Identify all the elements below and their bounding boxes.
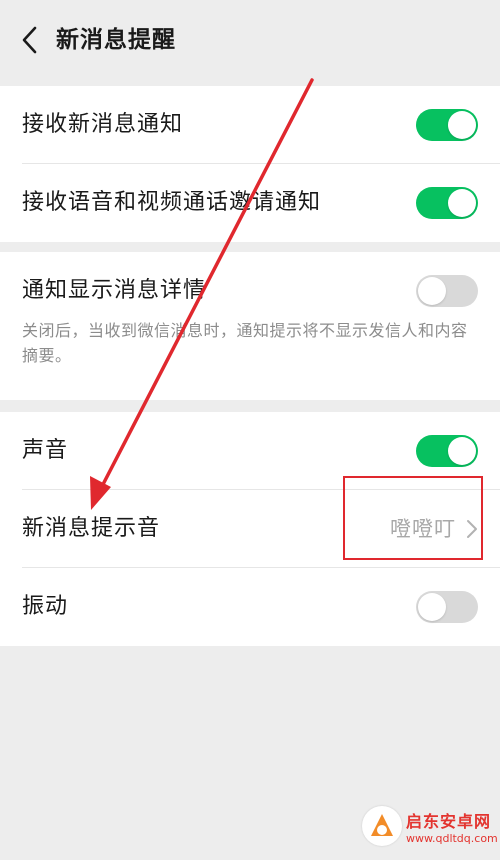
watermark: 启东安卓网 www.qdltdq.com <box>362 802 498 854</box>
watermark-name: 启东安卓网 <box>406 812 492 831</box>
toggle-knob <box>418 593 446 621</box>
toggle-receive-messages[interactable] <box>416 109 478 141</box>
row-label: 新消息提示音 <box>22 516 161 541</box>
row-receive-call-invites: 接收语音和视频通话邀请通知 <box>0 164 500 242</box>
notification-group: 接收新消息通知 接收语音和视频通话邀请通知 <box>0 86 500 242</box>
settings-page: 新消息提醒 接收新消息通知 接收语音和视频通话邀请通知 通知显示消息详情 关闭后… <box>0 0 500 860</box>
toggle-knob <box>448 111 476 139</box>
toggle-receive-call-invites[interactable] <box>416 187 478 219</box>
toggle-vibration[interactable] <box>416 591 478 623</box>
top-bar: 新消息提醒 <box>0 0 500 78</box>
row-vibration: 振动 <box>0 568 500 646</box>
toggle-knob <box>448 437 476 465</box>
toggle-show-details[interactable] <box>416 275 478 307</box>
details-description: 关闭后，当收到微信消息时，通知提示将不显示发信人和内容摘要。 <box>22 321 468 365</box>
row-label: 振动 <box>22 594 69 619</box>
back-button[interactable] <box>10 20 50 60</box>
row-receive-messages: 接收新消息通知 <box>0 86 500 164</box>
row-label: 接收语音和视频通话邀请通知 <box>22 190 322 215</box>
details-group: 通知显示消息详情 关闭后，当收到微信消息时，通知提示将不显示发信人和内容摘要。 <box>0 252 500 400</box>
toggle-knob <box>418 277 446 305</box>
watermark-logo-icon <box>362 806 402 846</box>
page-title: 新消息提醒 <box>56 27 176 53</box>
annotation-highlight-box <box>343 476 483 560</box>
toggle-sound[interactable] <box>416 435 478 467</box>
watermark-url: www.qdltdq.com <box>406 832 498 845</box>
row-label: 声音 <box>22 438 69 463</box>
chevron-left-icon <box>22 26 37 54</box>
toggle-knob <box>448 189 476 217</box>
row-label: 接收新消息通知 <box>22 112 184 137</box>
